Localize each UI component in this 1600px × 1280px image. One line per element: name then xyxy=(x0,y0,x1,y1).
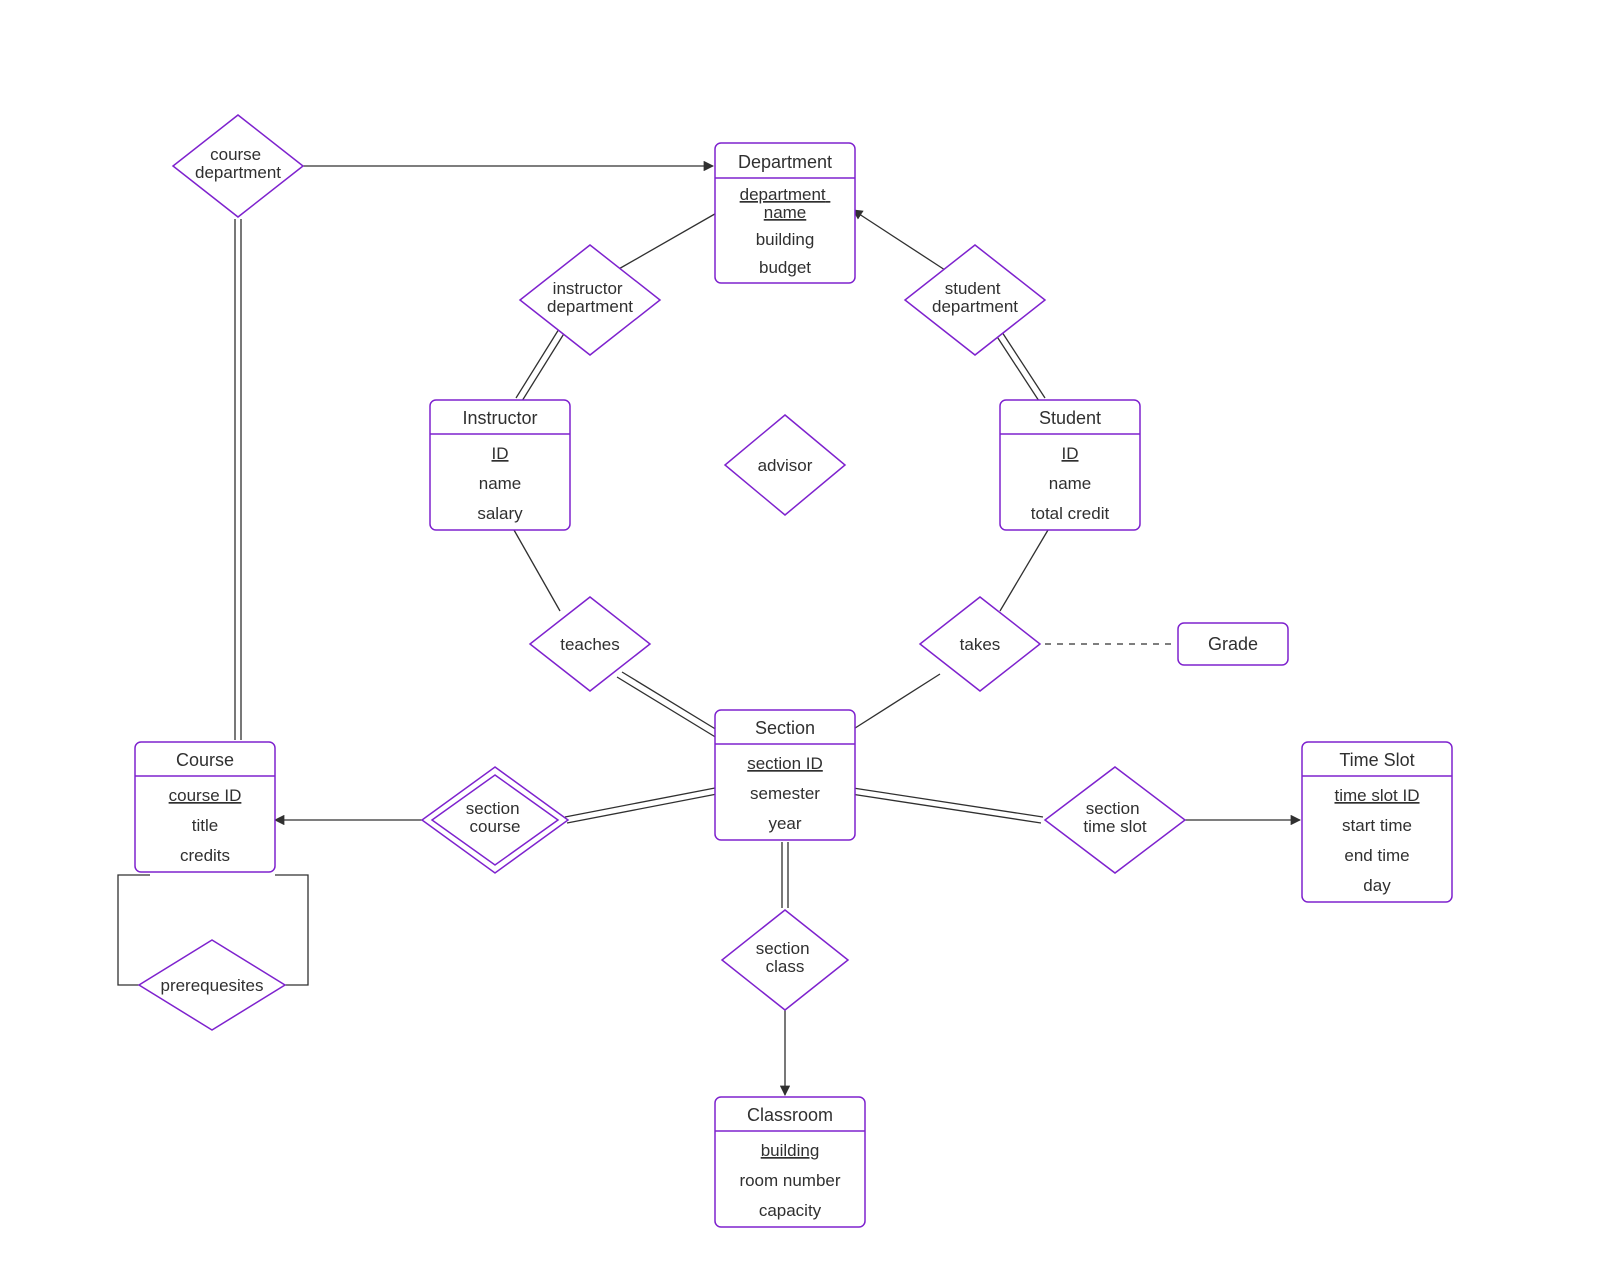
edge-sectioncourse-to-section-double xyxy=(565,788,717,823)
relation-section-time-slot: section time slot xyxy=(1045,767,1185,873)
edge-coursedept-to-course-double xyxy=(235,219,241,740)
edge-sectionclass-to-section-double xyxy=(782,842,788,908)
entity-attr: salary xyxy=(477,504,523,523)
relation-course-department: course department xyxy=(173,115,303,217)
edge-takes-to-section xyxy=(852,674,940,730)
entity-title: Department xyxy=(738,152,832,172)
relation-teaches: teaches xyxy=(530,597,650,691)
relation-section-course: section course xyxy=(422,767,568,873)
edge-instrdept-to-instructor-double xyxy=(516,329,565,401)
svg-text:instructor department: instructor department xyxy=(547,279,633,316)
svg-text:section time slot: section time slot xyxy=(1083,799,1147,836)
entity-attr: room number xyxy=(739,1171,840,1190)
entity-attr: capacity xyxy=(759,1201,822,1220)
entity-attr: name xyxy=(1049,474,1092,493)
entity-grade: Grade xyxy=(1178,623,1288,665)
entity-attr: end time xyxy=(1344,846,1409,865)
relation-prerequisites: prerequesites xyxy=(139,940,285,1030)
edge-studdept-to-student-double xyxy=(994,329,1045,401)
edge-teaches-to-section-double xyxy=(617,672,722,738)
edge-prereq-left xyxy=(118,875,157,985)
edge-sectiontimeslot-to-section-double xyxy=(851,788,1043,823)
entity-attr: building xyxy=(761,1141,820,1160)
relation-advisor: advisor xyxy=(725,415,845,515)
entity-title: Instructor xyxy=(462,408,537,428)
entity-attr: total credit xyxy=(1031,504,1110,523)
svg-text:prerequesites: prerequesites xyxy=(160,976,263,995)
entity-section: Section section ID semester year xyxy=(715,710,855,840)
entity-attr: budget xyxy=(759,258,811,277)
entity-department: Department department name building budg… xyxy=(715,143,855,283)
entity-title: Time Slot xyxy=(1339,750,1414,770)
edge-teaches-to-instructor xyxy=(514,530,560,611)
entity-attr: ID xyxy=(492,444,509,463)
entity-attr: ID xyxy=(1062,444,1079,463)
er-diagram: Department department name building budg… xyxy=(0,0,1600,1280)
entity-classroom: Classroom building room number capacity xyxy=(715,1097,865,1227)
svg-text:teaches: teaches xyxy=(560,635,620,654)
edge-takes-to-student xyxy=(1000,530,1048,611)
relation-takes: takes xyxy=(920,597,1040,691)
entity-attr: time slot ID xyxy=(1334,786,1419,805)
entity-attr: section ID xyxy=(747,754,823,773)
entity-attr: year xyxy=(768,814,801,833)
entity-attr: start time xyxy=(1342,816,1412,835)
entity-title: Course xyxy=(176,750,234,770)
entity-attr: building xyxy=(756,230,815,249)
svg-text:advisor: advisor xyxy=(758,456,813,475)
svg-text:section course: section course xyxy=(466,799,525,836)
edge-instrdept-to-department xyxy=(617,207,727,270)
edge-studdept-to-department xyxy=(853,210,945,270)
entity-attr: title xyxy=(192,816,218,835)
entity-attr: semester xyxy=(750,784,820,803)
entity-title: Student xyxy=(1039,408,1101,428)
entity-title: Grade xyxy=(1208,634,1258,654)
relation-instructor-department: instructor department xyxy=(520,245,660,355)
edge-prereq-right xyxy=(267,875,308,985)
entity-attr: name xyxy=(479,474,522,493)
entity-attr: day xyxy=(1363,876,1391,895)
entity-title: Section xyxy=(755,718,815,738)
relation-student-department: student department xyxy=(905,245,1045,355)
entity-student: Student ID name total credit xyxy=(1000,400,1140,530)
entity-course: Course course ID title credits xyxy=(135,742,275,872)
relation-section-class: section class xyxy=(722,910,848,1010)
entity-attr: credits xyxy=(180,846,230,865)
entity-attr: course ID xyxy=(169,786,242,805)
entity-title: Classroom xyxy=(747,1105,833,1125)
entity-timeslot: Time Slot time slot ID start time end ti… xyxy=(1302,742,1452,902)
entity-instructor: Instructor ID name salary xyxy=(430,400,570,530)
svg-text:takes: takes xyxy=(960,635,1001,654)
